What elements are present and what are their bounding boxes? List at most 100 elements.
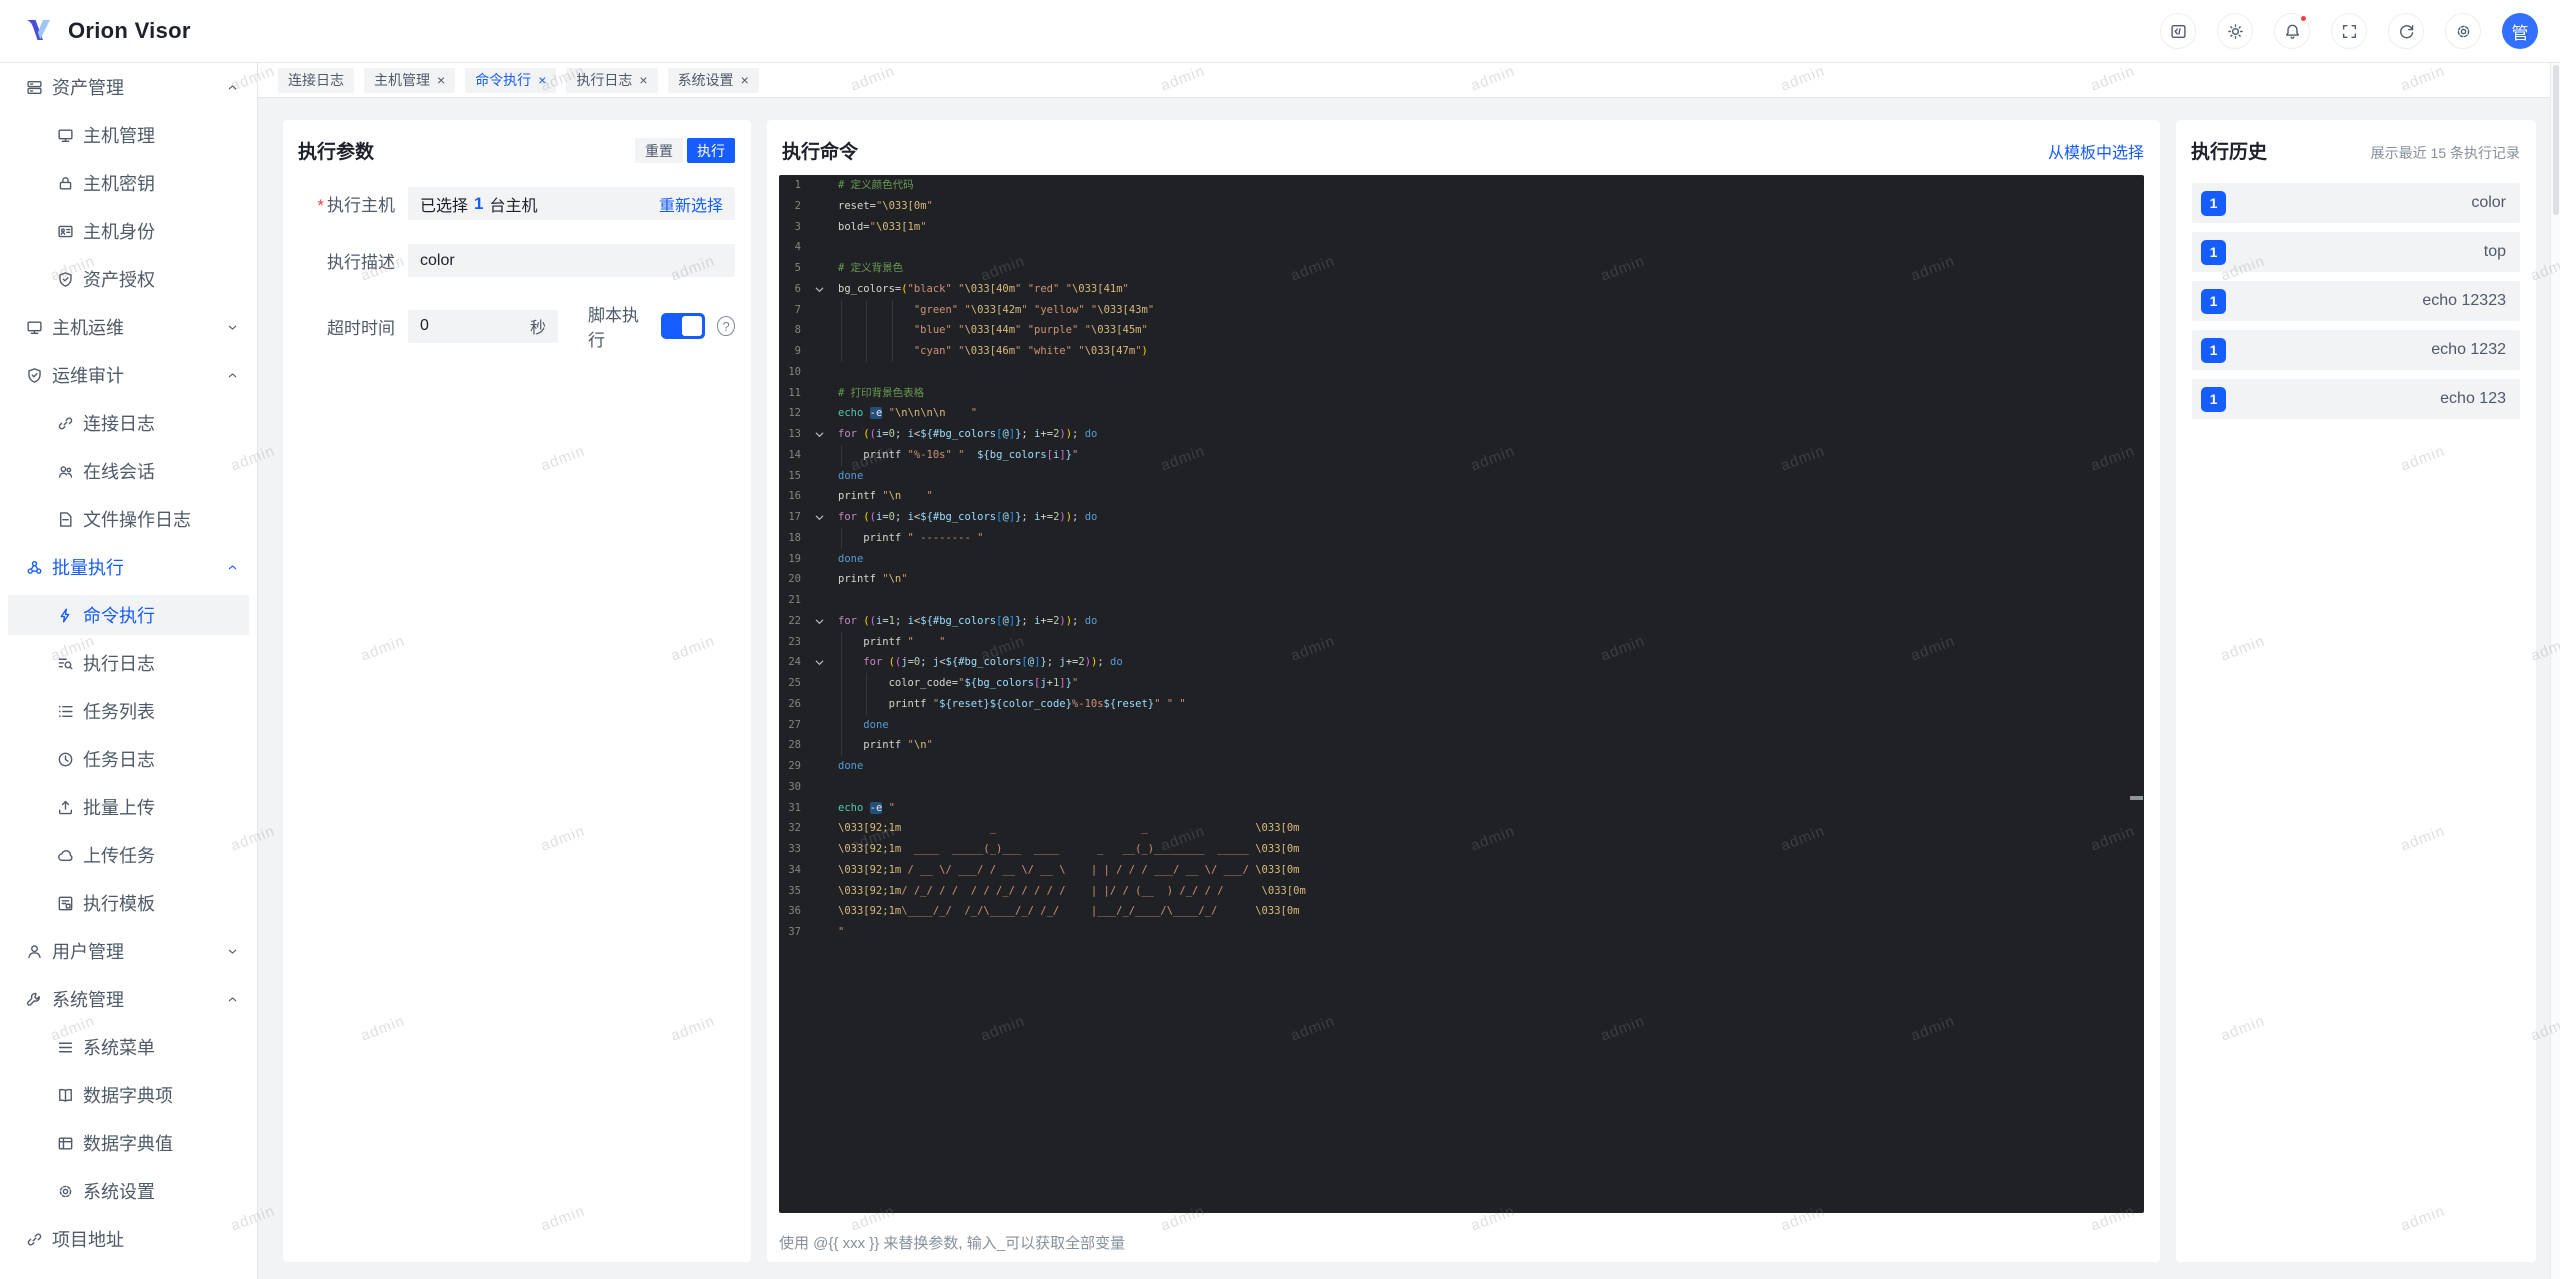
line-number: 5 bbox=[794, 262, 801, 274]
editor-line: 32 \033[92;1m _ _ \033[0m bbox=[779, 818, 2144, 839]
sidebar-item-项目地址[interactable]: 项目地址 bbox=[8, 1219, 249, 1259]
host-selector[interactable]: 已选择 1 台主机 重新选择 bbox=[408, 187, 735, 220]
host-row: * 执行主机 已选择 1 台主机 重新选择 bbox=[299, 187, 735, 220]
line-number: 16 bbox=[788, 490, 801, 503]
sidebar-item-系统设置[interactable]: 系统设置 bbox=[8, 1171, 249, 1211]
code-text: "cyan" "\033[46m" "white" "\033[47m") bbox=[913, 345, 1148, 357]
tab-系统设置[interactable]: 系统设置 × bbox=[667, 67, 759, 93]
sidebar-item-label: 任务列表 bbox=[83, 702, 155, 722]
tab-命令执行[interactable]: 命令执行 × bbox=[465, 67, 557, 93]
sidebar-item-主机运维[interactable]: 主机运维 bbox=[8, 307, 249, 347]
sidebar-item-命令执行[interactable]: 命令执行 bbox=[8, 595, 249, 635]
help-icon[interactable]: ? bbox=[717, 316, 735, 336]
wrench-icon bbox=[26, 992, 40, 1006]
select-from-template-link[interactable]: 从模板中选择 bbox=[2048, 139, 2144, 163]
reselect-hosts-link[interactable]: 重新选择 bbox=[659, 192, 723, 216]
tab-close-icon[interactable]: × bbox=[538, 73, 546, 87]
run-button[interactable]: 执行 bbox=[687, 138, 735, 163]
sidebar-item-资产授权[interactable]: 资产授权 bbox=[8, 259, 249, 299]
code-text: color_code="${bg_colors[j+1]}" bbox=[838, 677, 1079, 689]
refresh-button[interactable] bbox=[2388, 13, 2424, 49]
notifications-button[interactable] bbox=[2274, 13, 2310, 49]
notifications-icon bbox=[2285, 24, 2299, 39]
fold-toggle[interactable] bbox=[801, 617, 838, 626]
fold-toggle[interactable] bbox=[801, 430, 838, 439]
line-number: 23 bbox=[788, 635, 801, 648]
editor-line: 31 echo -e " bbox=[779, 798, 2144, 819]
host-count-badge: 1 bbox=[2201, 288, 2226, 314]
sidebar-item-在线会话[interactable]: 在线会话 bbox=[8, 451, 249, 491]
timeout-input[interactable] bbox=[420, 317, 530, 335]
history-item[interactable]: 1 echo 12323 bbox=[2192, 281, 2520, 321]
line-number: 11 bbox=[788, 386, 801, 399]
sidebar-item-用户管理[interactable]: 用户管理 bbox=[8, 931, 249, 971]
code-text: echo -e " bbox=[838, 801, 895, 814]
sidebar-item-数据字典值[interactable]: 数据字典值 bbox=[8, 1123, 249, 1163]
description-input[interactable] bbox=[408, 244, 735, 277]
tab-执行日志[interactable]: 执行日志 × bbox=[566, 67, 658, 93]
sidebar-item-任务日志[interactable]: 任务日志 bbox=[8, 739, 249, 779]
editor-line: 1 # 定义颜色代码 bbox=[779, 175, 2144, 196]
theme-button[interactable] bbox=[2217, 13, 2253, 49]
sidebar-item-连接日志[interactable]: 连接日志 bbox=[8, 403, 249, 443]
sidebar-item-上传任务[interactable]: 上传任务 bbox=[8, 835, 249, 875]
tab-连接日志[interactable]: 连接日志 bbox=[278, 67, 354, 93]
tab-主机管理[interactable]: 主机管理 × bbox=[364, 67, 456, 93]
history-item[interactable]: 1 color bbox=[2192, 183, 2520, 223]
sidebar-item-执行日志[interactable]: 执行日志 bbox=[8, 643, 249, 683]
fullscreen-button[interactable] bbox=[2331, 13, 2367, 49]
editor-line: 23 printf " " bbox=[779, 631, 2144, 653]
code-text: for ((i=0; i<${#bg_colors[@]}; i+=2)); d… bbox=[838, 511, 1098, 523]
tab-close-icon[interactable]: × bbox=[741, 73, 749, 87]
command-panel-title: 执行命令 bbox=[782, 142, 859, 163]
settings-button[interactable] bbox=[2445, 13, 2481, 49]
sidebar-item-label: 系统菜单 bbox=[83, 1038, 155, 1058]
history-item[interactable]: 1 echo 1232 bbox=[2192, 330, 2520, 370]
fold-toggle[interactable] bbox=[801, 658, 838, 667]
sidebar-item-主机身份[interactable]: 主机身份 bbox=[8, 211, 249, 251]
code-editor[interactable]: 1 # 定义颜色代码 2 reset="\033[0m" 3 bold="\033[1m"… bbox=[779, 175, 2144, 1213]
sidebar-item-执行模板[interactable]: 执行模板 bbox=[8, 883, 249, 923]
fold-toggle[interactable] bbox=[801, 513, 838, 522]
editor-line: 14 printf "%-10s" " ${bg_colors[i]}" bbox=[779, 444, 2144, 466]
editor-line: 10 bbox=[779, 362, 2144, 383]
sidebar-item-数据字典项[interactable]: 数据字典项 bbox=[8, 1075, 249, 1115]
line-number: 19 bbox=[788, 552, 801, 565]
chevron-down-icon bbox=[815, 286, 824, 292]
timeout-field: 秒 bbox=[408, 309, 558, 343]
assets-icon bbox=[27, 80, 42, 94]
sidebar-item-运维审计[interactable]: 运维审计 bbox=[8, 355, 249, 395]
fold-toggle[interactable] bbox=[801, 285, 838, 294]
sidebar-item-label: 主机运维 bbox=[52, 318, 124, 338]
sidebar-item-主机密钥[interactable]: 主机密钥 bbox=[8, 163, 249, 203]
history-item[interactable]: 1 echo 123 bbox=[2192, 379, 2520, 419]
sidebar-item-批量执行[interactable]: 批量执行 bbox=[8, 547, 249, 587]
line-number: 20 bbox=[788, 573, 801, 586]
code-text: "blue" "\033[44m" "purple" "\033[45m" bbox=[913, 324, 1148, 337]
editor-line: 6 bg_colors=("black" "\033[40m" "red" "\0… bbox=[779, 279, 2144, 300]
monitor-icon bbox=[27, 320, 42, 334]
sidebar-item-任务列表[interactable]: 任务列表 bbox=[8, 691, 249, 731]
code-window-button[interactable] bbox=[2160, 13, 2196, 49]
sidebar-item-系统管理[interactable]: 系统管理 bbox=[8, 979, 249, 1019]
window-scrollbar[interactable] bbox=[2550, 63, 2560, 1279]
user-avatar[interactable]: 管 bbox=[2502, 13, 2538, 49]
sidebar-item-资产管理[interactable]: 资产管理 bbox=[8, 67, 249, 107]
editor-line: 20 printf "\n" bbox=[779, 569, 2144, 590]
script-exec-toggle[interactable] bbox=[661, 313, 706, 339]
sidebar-item-主机管理[interactable]: 主机管理 bbox=[8, 115, 249, 155]
line-number: 26 bbox=[788, 697, 801, 710]
sidebar-item-系统菜单[interactable]: 系统菜单 bbox=[8, 1027, 249, 1067]
code-window-icon bbox=[2170, 24, 2186, 38]
chevron-down-icon bbox=[228, 949, 237, 954]
lock-icon bbox=[59, 176, 72, 190]
tab-close-icon[interactable]: × bbox=[639, 73, 647, 87]
sidebar-item-文件操作日志[interactable]: 文件操作日志 bbox=[8, 499, 249, 539]
shield-icon bbox=[28, 367, 41, 383]
reset-button[interactable]: 重置 bbox=[635, 138, 683, 163]
scrollbar-thumb[interactable] bbox=[2552, 65, 2559, 215]
tab-close-icon[interactable]: × bbox=[437, 73, 445, 87]
history-item[interactable]: 1 top bbox=[2192, 232, 2520, 272]
sidebar-item-批量上传[interactable]: 批量上传 bbox=[8, 787, 249, 827]
sidebar-item-label: 批量上传 bbox=[83, 798, 155, 818]
